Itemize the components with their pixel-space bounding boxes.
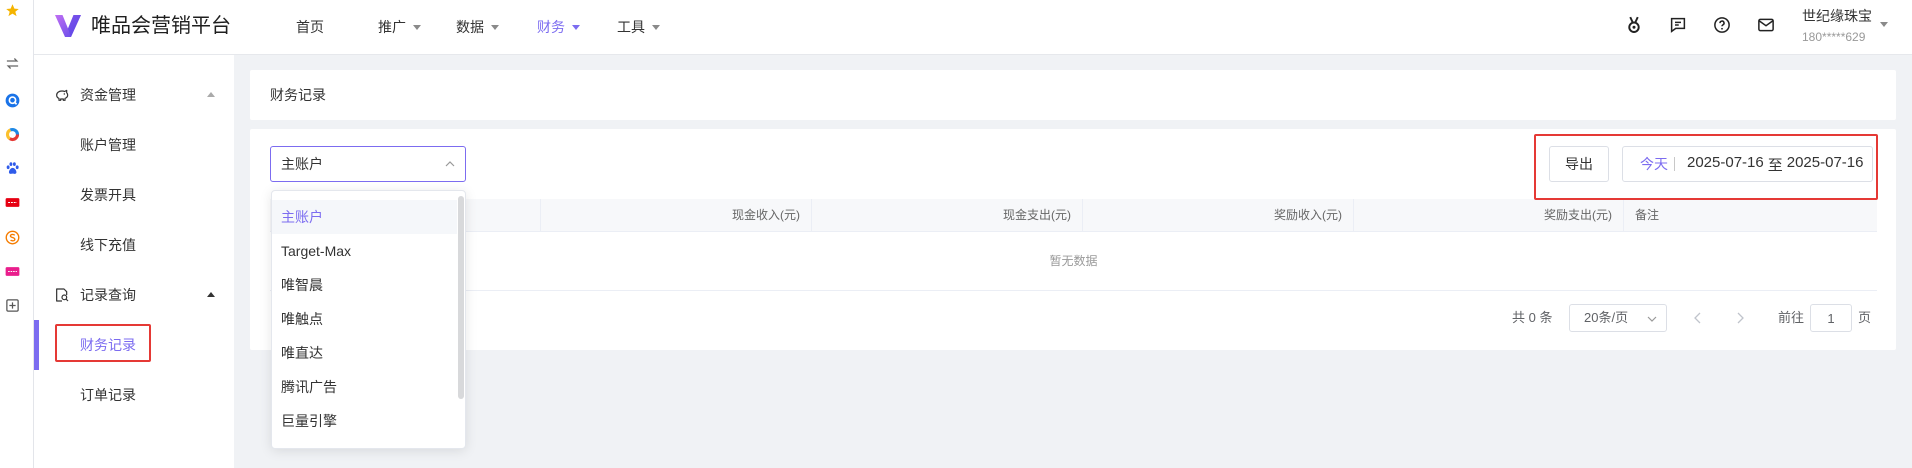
highlight-box — [55, 324, 151, 362]
nav-item-promotion[interactable]: 推广 — [378, 17, 421, 37]
dropdown-option[interactable]: 主账户 — [272, 200, 457, 234]
dropdown-option[interactable]: 唯触点 — [272, 302, 457, 336]
divider — [1674, 157, 1675, 171]
account-select-value: 主账户 — [281, 156, 323, 172]
add-square-icon[interactable] — [5, 298, 20, 313]
platform-title: 唯品会营销平台 — [91, 15, 231, 37]
page-size-value: 20条/页 — [1584, 310, 1629, 325]
piggy-bank-icon — [54, 87, 70, 103]
star-icon[interactable] — [5, 3, 20, 18]
dropdown-option[interactable]: 唯直达 — [272, 336, 457, 370]
caret-up-icon — [207, 292, 215, 297]
page-title: 财务记录 — [270, 87, 326, 103]
account-select-dropdown: 主账户 Target-Max 唯智晨 唯触点 唯直达 腾讯广告 巨量引擎 — [271, 190, 466, 449]
pagination-total: 共 0 条 — [1512, 310, 1553, 325]
page-title-card: 财务记录 — [250, 70, 1896, 120]
user-caret-down-icon[interactable] — [1880, 22, 1888, 27]
nav-label: 首页 — [296, 19, 324, 35]
sidebar-group-label: 记录查询 — [80, 287, 136, 303]
page-size-select[interactable]: 20条/页 — [1569, 304, 1667, 332]
top-header: 唯品会营销平台 首页 推广 数据 财务 工具 世纪缘珠宝 180*****629 — [34, 0, 1912, 55]
export-button[interactable]: 导出 — [1549, 146, 1609, 182]
sidebar: 资金管理 账户管理 发票开具 线下充值 记录查询 财务记录 订单记录 — [34, 55, 234, 468]
sidebar-item-label: 账户管理 — [80, 137, 136, 153]
vip-v-logo-icon — [55, 14, 81, 38]
nav-item-home[interactable]: 首页 — [296, 17, 324, 37]
caret-down-icon — [572, 24, 580, 30]
mail-icon[interactable] — [1757, 16, 1775, 34]
sidebar-item-label: 订单记录 — [80, 387, 136, 403]
user-name: 世纪缘珠宝 — [1802, 8, 1872, 24]
table-header-cell: 现金收入(元) — [541, 199, 812, 232]
sidebar-item-order-records[interactable]: 订单记录 — [34, 370, 234, 420]
chevron-down-icon — [1647, 316, 1657, 322]
pink-app-icon[interactable] — [5, 264, 20, 279]
logo[interactable]: 唯品会营销平台 — [55, 12, 231, 40]
nav-item-tools[interactable]: 工具 — [617, 17, 660, 37]
nav-label: 财务 — [537, 19, 565, 35]
date-start: 2025-07-16 — [1687, 153, 1764, 171]
nav-label: 推广 — [378, 19, 406, 35]
sidebar-item-account-management[interactable]: 账户管理 — [34, 120, 234, 170]
q-app-icon[interactable] — [5, 93, 20, 108]
date-range-text: 2025-07-16 至 2025-07-16 — [1687, 154, 1863, 175]
dropdown-scrollbar[interactable] — [458, 196, 464, 399]
caret-down-icon — [652, 24, 660, 30]
date-quick-today[interactable]: 今天 — [1640, 154, 1668, 174]
paw-app-icon[interactable] — [5, 161, 20, 176]
records-card: 主账户 导出 今天 2025-07-16 至 2025-07-16 现金收入(元… — [250, 129, 1896, 350]
nav-item-finance[interactable]: 财务 — [537, 17, 580, 37]
dropdown-option[interactable]: Target-Max — [272, 234, 457, 268]
chevron-up-icon — [445, 161, 455, 167]
table-header-cell: 现金支出(元) — [812, 199, 1083, 232]
record-search-icon — [54, 287, 70, 303]
records-table: 现金收入(元) 现金支出(元) 奖励收入(元) 奖励支出(元) 备注 暂无数据 — [270, 199, 1877, 291]
red-badge-app-icon[interactable] — [5, 195, 20, 210]
chevron-right-icon — [1736, 312, 1744, 324]
date-end: 2025-07-16 — [1786, 153, 1864, 171]
table-header-cell: 备注 — [1635, 208, 1660, 222]
next-page-button[interactable] — [1733, 304, 1747, 332]
prev-page-button[interactable] — [1691, 304, 1705, 332]
active-indicator — [34, 320, 39, 370]
sidebar-group-fund-management[interactable]: 资金管理 — [34, 70, 234, 120]
user-phone: 180*****629 — [1802, 30, 1866, 44]
sidebar-group-label: 资金管理 — [80, 87, 136, 103]
table-header: 现金收入(元) 现金支出(元) 奖励收入(元) 奖励支出(元) 备注 — [270, 199, 1877, 232]
swap-icon[interactable] — [5, 56, 20, 71]
nav-label: 工具 — [617, 19, 645, 35]
sidebar-item-label: 发票开具 — [80, 187, 136, 203]
goto-page-input[interactable] — [1810, 304, 1852, 332]
left-app-strip — [0, 0, 34, 468]
orange-s-app-icon[interactable] — [5, 230, 20, 245]
caret-down-icon — [413, 24, 421, 30]
sidebar-item-invoice[interactable]: 发票开具 — [34, 170, 234, 220]
caret-down-icon — [491, 24, 499, 30]
sidebar-group-record-query[interactable]: 记录查询 — [34, 270, 234, 320]
chevron-left-icon — [1694, 312, 1702, 324]
dropdown-option[interactable]: 腾讯广告 — [272, 370, 457, 404]
colorful-circle-app-icon[interactable] — [5, 127, 20, 142]
dropdown-option[interactable]: 巨量引擎 — [272, 404, 457, 438]
table-header-cell: 奖励支出(元) — [1354, 199, 1624, 232]
medal-icon[interactable] — [1625, 16, 1643, 34]
message-icon[interactable] — [1669, 16, 1687, 34]
sidebar-item-label: 线下充值 — [80, 237, 136, 253]
date-range-picker[interactable]: 今天 2025-07-16 至 2025-07-16 — [1622, 146, 1873, 182]
table-header-cell: 奖励收入(元) — [1083, 199, 1354, 232]
nav-item-data[interactable]: 数据 — [456, 17, 499, 37]
user-menu[interactable]: 世纪缘珠宝 180*****629 — [1802, 8, 1872, 45]
goto-label: 前往 — [1778, 310, 1805, 325]
table-empty-text: 暂无数据 — [270, 232, 1877, 291]
sidebar-item-offline-recharge[interactable]: 线下充值 — [34, 220, 234, 270]
date-separator: 至 — [1767, 156, 1783, 174]
dropdown-options: 主账户 Target-Max 唯智晨 唯触点 唯直达 腾讯广告 巨量引擎 — [272, 200, 457, 438]
dropdown-option[interactable]: 唯智晨 — [272, 268, 457, 302]
help-icon[interactable] — [1713, 16, 1731, 34]
account-select[interactable]: 主账户 — [270, 146, 466, 182]
caret-up-icon — [207, 92, 215, 97]
nav-label: 数据 — [456, 19, 484, 35]
page-suffix: 页 — [1858, 310, 1872, 325]
